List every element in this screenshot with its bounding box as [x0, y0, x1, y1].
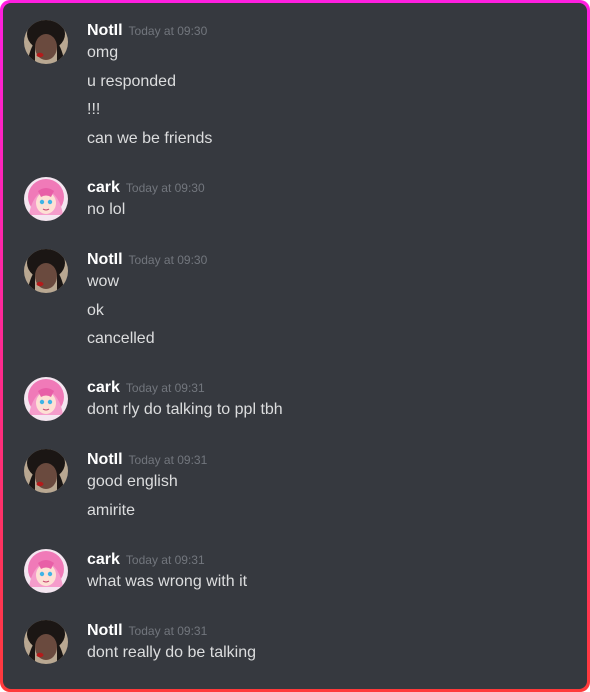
anime-avatar-icon: [24, 177, 68, 221]
timestamp[interactable]: Today at 09:30: [126, 181, 205, 195]
avatar[interactable]: [24, 249, 68, 293]
message-header: NotIl Today at 09:30: [87, 249, 207, 271]
avatar[interactable]: [24, 620, 68, 664]
message-text: dont rly do talking to ppl tbh: [87, 401, 283, 418]
timestamp[interactable]: Today at 09:31: [129, 453, 208, 467]
avatar[interactable]: [24, 177, 68, 221]
avatar[interactable]: [24, 20, 68, 64]
timestamp[interactable]: Today at 09:30: [129, 24, 208, 38]
message-lines: dont rly do talking to ppl tbh: [87, 399, 283, 428]
anime-avatar-icon: [24, 549, 68, 593]
username[interactable]: cark: [87, 179, 120, 196]
person-avatar-icon: [24, 620, 68, 664]
message-text: no lol: [87, 201, 126, 218]
message-lines: what was wrong with it: [87, 571, 247, 600]
message-header: cark Today at 09:31: [87, 549, 205, 571]
message-lines: good english amirite: [87, 471, 178, 528]
message-text: amirite: [87, 501, 136, 519]
timestamp[interactable]: Today at 09:31: [126, 381, 205, 395]
username[interactable]: cark: [87, 551, 120, 568]
avatar[interactable]: [24, 449, 68, 493]
timestamp[interactable]: Today at 09:30: [129, 253, 208, 267]
window-frame: NotIl Today at 09:30 omg u responded !!! …: [0, 0, 590, 692]
message-text: !!!: [87, 101, 101, 119]
message-header: NotIl Today at 09:30: [87, 20, 207, 42]
message-lines: no lol: [87, 199, 125, 228]
message-header: NotIl Today at 09:31: [87, 620, 207, 642]
timestamp[interactable]: Today at 09:31: [126, 553, 205, 567]
message-text: good english: [87, 473, 178, 490]
anime-avatar-icon: [24, 377, 68, 421]
message-text: ok: [87, 301, 104, 319]
message-lines: wow ok cancelled: [87, 271, 155, 357]
person-avatar-icon: [24, 20, 68, 64]
message-text: can we be friends: [87, 129, 213, 147]
message-text: wow: [87, 273, 120, 290]
username[interactable]: NotIl: [87, 451, 123, 468]
message-text: what was wrong with it: [87, 573, 248, 590]
message-lines: omg u responded !!! can we be friends: [87, 42, 212, 156]
person-avatar-icon: [24, 249, 68, 293]
username[interactable]: NotIl: [87, 622, 123, 639]
person-avatar-icon: [24, 449, 68, 493]
message-lines: dont really do be talking: [87, 642, 256, 671]
message-text: u responded: [87, 72, 176, 90]
username[interactable]: NotIl: [87, 251, 123, 268]
chat-panel: NotIl Today at 09:30 omg u responded !!! …: [3, 3, 587, 689]
message-header: cark Today at 09:31: [87, 377, 205, 399]
message-text: omg: [87, 44, 119, 61]
message-header: NotIl Today at 09:31: [87, 449, 207, 471]
avatar[interactable]: [24, 377, 68, 421]
message-text: cancelled: [87, 330, 155, 348]
avatar[interactable]: [24, 549, 68, 593]
username[interactable]: NotIl: [87, 22, 123, 39]
timestamp[interactable]: Today at 09:31: [129, 624, 208, 638]
username[interactable]: cark: [87, 379, 120, 396]
message-header: cark Today at 09:30: [87, 177, 205, 199]
message-text: dont really do be talking: [87, 644, 256, 661]
